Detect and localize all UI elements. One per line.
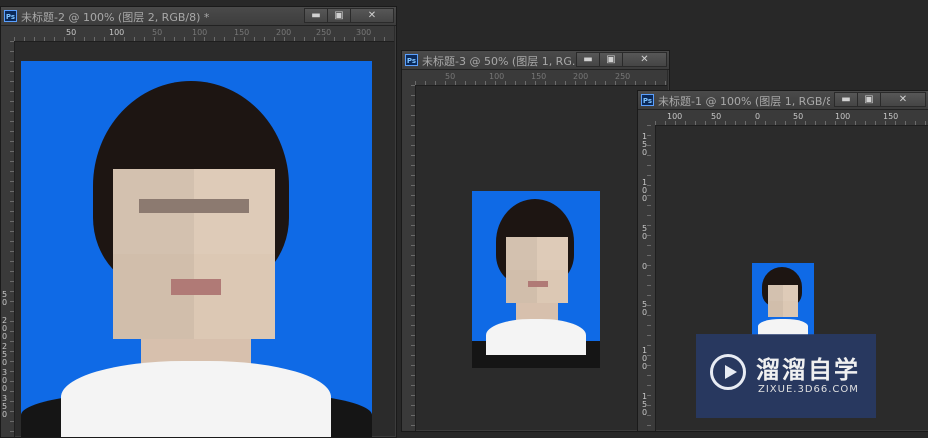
document-window-3[interactable]: Ps 未标题-3 @ 50% (图层 1, RG... ▬ ▣ ✕ 50 100… bbox=[401, 50, 670, 432]
horizontal-ruler[interactable]: 50 100 150 200 250 bbox=[415, 70, 667, 86]
ruler-tick: 50 bbox=[152, 28, 163, 37]
vertical-ruler[interactable]: 5 0 2 0 0 2 5 0 3 0 0 3 5 0 bbox=[1, 41, 15, 437]
ruler-tick: 50 bbox=[793, 112, 804, 121]
close-button[interactable]: ✕ bbox=[880, 92, 926, 107]
ruler-tick: 50 bbox=[445, 72, 456, 81]
shirt-collar bbox=[486, 319, 586, 355]
title-bar[interactable]: Ps 未标题-3 @ 50% (图层 1, RG... ▬ ▣ ✕ bbox=[402, 51, 669, 70]
minimize-button[interactable]: ▬ bbox=[576, 52, 600, 67]
ruler-tick: 5 0 bbox=[642, 224, 648, 241]
ruler-tick: 150 bbox=[883, 112, 899, 121]
restore-button[interactable]: ▣ bbox=[599, 52, 623, 67]
window-title: 未标题-2 @ 100% (图层 2, RGB/8) * bbox=[21, 11, 210, 24]
ruler-tick: 2 5 0 bbox=[2, 342, 8, 367]
ruler-tick: 3 0 0 bbox=[2, 368, 8, 393]
ruler-corner bbox=[1, 26, 14, 41]
ruler-tick: 1 0 0 bbox=[642, 346, 648, 371]
shirt-collar bbox=[61, 361, 331, 437]
pixelated-face bbox=[506, 237, 568, 303]
ruler-tick: 1 5 0 bbox=[642, 392, 648, 417]
photoshop-icon: Ps bbox=[405, 54, 418, 66]
ruler-tick: 2 0 0 bbox=[2, 316, 8, 341]
id-photo-canvas[interactable] bbox=[752, 263, 814, 335]
ruler-tick: 100 bbox=[109, 28, 125, 37]
vertical-ruler[interactable] bbox=[402, 85, 416, 431]
horizontal-ruler[interactable]: 50 100 50 100 150 200 250 300 bbox=[14, 26, 394, 42]
horizontal-ruler[interactable]: 100 50 0 50 100 150 bbox=[655, 110, 928, 126]
ruler-tick: 100 bbox=[192, 28, 208, 37]
ruler-tick: 50 bbox=[711, 112, 722, 121]
minimize-button[interactable]: ▬ bbox=[304, 8, 328, 23]
minimize-button[interactable]: ▬ bbox=[834, 92, 858, 107]
ruler-tick: 100 bbox=[835, 112, 851, 121]
photoshop-icon: Ps bbox=[641, 94, 654, 106]
ruler-tick: 0 bbox=[642, 262, 648, 271]
ruler-tick: 50 bbox=[66, 28, 77, 37]
ruler-tick: 3 5 0 bbox=[2, 394, 8, 419]
close-button[interactable]: ✕ bbox=[622, 52, 667, 67]
ruler-tick: 150 bbox=[234, 28, 250, 37]
ruler-tick: 150 bbox=[531, 72, 547, 81]
pixelated-face bbox=[768, 285, 798, 317]
play-circle-icon bbox=[710, 354, 746, 390]
watermark: 溜溜自学 ZIXUE.3D66.COM bbox=[696, 334, 876, 418]
eyes-region bbox=[139, 199, 249, 213]
ruler-tick: 0 bbox=[755, 112, 761, 121]
ruler-tick: 250 bbox=[615, 72, 631, 81]
ruler-tick: 250 bbox=[316, 28, 332, 37]
ruler-tick: 5 0 bbox=[642, 300, 648, 317]
ruler-tick: 200 bbox=[276, 28, 292, 37]
id-photo-canvas[interactable] bbox=[472, 191, 600, 368]
ruler-tick: 1 5 0 bbox=[642, 132, 648, 157]
ruler-tick: 5 0 bbox=[2, 290, 8, 307]
id-photo-canvas[interactable] bbox=[21, 61, 372, 437]
mouth-region bbox=[171, 279, 221, 295]
ruler-tick: 100 bbox=[667, 112, 683, 121]
ruler-corner bbox=[402, 70, 415, 85]
ruler-tick: 200 bbox=[573, 72, 589, 81]
restore-button[interactable]: ▣ bbox=[327, 8, 351, 23]
ruler-corner bbox=[638, 110, 655, 125]
mouth-region bbox=[528, 281, 548, 287]
title-bar[interactable]: Ps 未标题-1 @ 100% (图层 1, RGB/8... ▬ ▣ ✕ bbox=[638, 91, 928, 110]
restore-button[interactable]: ▣ bbox=[857, 92, 881, 107]
shirt-collar bbox=[758, 319, 808, 335]
ruler-tick: 1 0 0 bbox=[642, 178, 648, 203]
photoshop-icon: Ps bbox=[4, 10, 17, 22]
watermark-title: 溜溜自学 bbox=[756, 356, 860, 384]
window-title: 未标题-1 @ 100% (图层 1, RGB/8... bbox=[658, 95, 830, 108]
vertical-ruler[interactable]: 1 5 0 1 0 0 5 0 0 5 0 1 0 0 1 5 0 bbox=[638, 125, 656, 431]
title-bar[interactable]: Ps 未标题-2 @ 100% (图层 2, RGB/8) * ▬ ▣ ✕ bbox=[1, 7, 396, 26]
pixelated-face bbox=[113, 169, 275, 339]
ruler-tick: 300 bbox=[356, 28, 372, 37]
document-window-2[interactable]: Ps 未标题-2 @ 100% (图层 2, RGB/8) * ▬ ▣ ✕ 50… bbox=[0, 6, 397, 438]
watermark-url: ZIXUE.3D66.COM bbox=[758, 384, 859, 395]
ruler-tick: 100 bbox=[489, 72, 505, 81]
window-title: 未标题-3 @ 50% (图层 1, RG... bbox=[422, 55, 577, 68]
close-button[interactable]: ✕ bbox=[350, 8, 394, 23]
